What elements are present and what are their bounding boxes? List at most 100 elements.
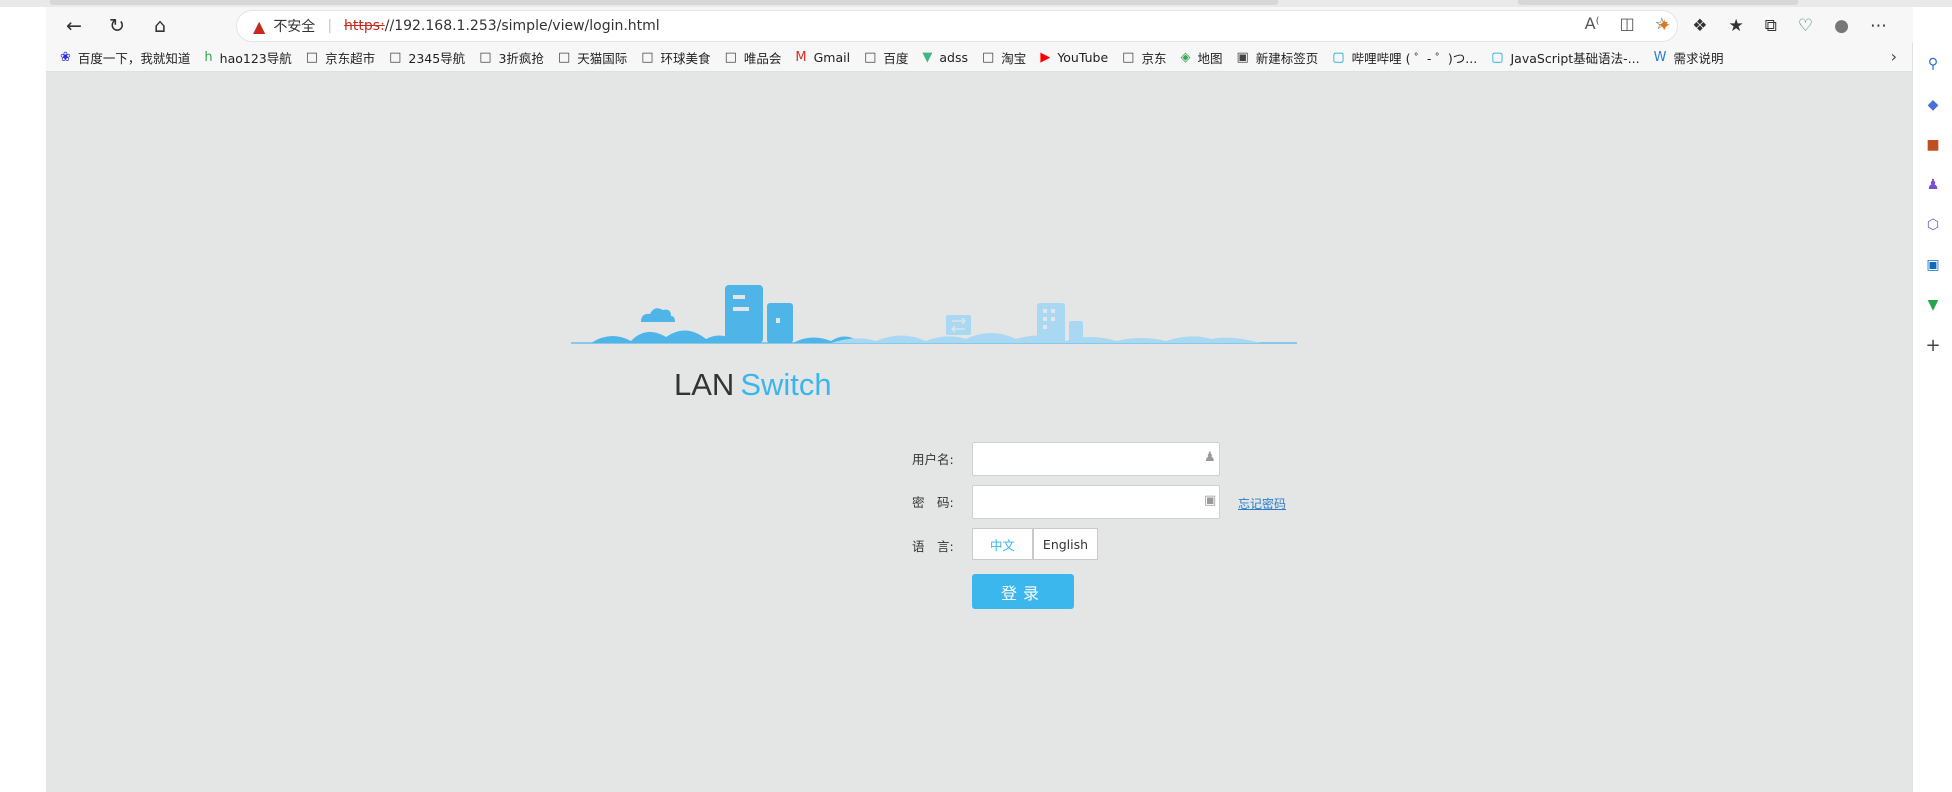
left-gutter	[0, 43, 46, 792]
forgot-password-link[interactable]: 忘记密码	[1238, 495, 1286, 512]
page-icon: □	[1122, 49, 1135, 65]
language-english-button[interactable]: English	[1033, 528, 1098, 560]
security-label[interactable]: 不安全	[273, 16, 315, 36]
bookmarks-bar: ❀ 百度一下，我就知道 h hao123导航 □ 京东超市 □ 2345导航 □ 3折疯抢 □ 天猫国…	[46, 43, 1913, 72]
gmail-icon: M	[795, 49, 807, 65]
page-content	[46, 72, 1912, 792]
password-label: 密 码:	[912, 495, 954, 510]
bookmark-item[interactable]: ▢ 哔哩哔哩 ( ゜- ゜)つ...	[1332, 48, 1477, 67]
bookmark-label: 哔哩哔哩 ( ゜- ゜)つ...	[1351, 50, 1478, 66]
brand-lan-text: LAN	[674, 367, 735, 402]
brand-logo: LAN Switch	[674, 367, 832, 403]
bookmark-label: 百度一下，我就知道	[77, 50, 191, 66]
bilibili-icon: ▢	[1491, 49, 1504, 65]
outlook-icon[interactable]: ▣	[1924, 256, 1942, 274]
bookmark-item[interactable]: ▢ JavaScript基础语法-...	[1491, 48, 1639, 67]
page-icon: □	[724, 49, 737, 65]
bookmark-label: hao123导航	[219, 50, 292, 66]
bookmark-item[interactable]: □ 2345导航	[389, 48, 465, 67]
page-icon: □	[557, 49, 571, 65]
tab-fragment[interactable]	[1518, 0, 1798, 5]
bookmark-label: 唯品会	[743, 50, 782, 66]
extensions-icon[interactable]: ❖	[1692, 16, 1707, 36]
bookmark-item[interactable]: □ 环球美食	[641, 48, 710, 67]
back-icon[interactable]: ←	[60, 12, 88, 40]
youtube-icon: ▶	[1040, 49, 1051, 65]
bookmark-label: 2345导航	[408, 50, 466, 66]
games-icon[interactable]: ♟	[1924, 176, 1942, 194]
more-menu-icon[interactable]: ⋯	[1870, 16, 1887, 36]
page-icon: □	[389, 49, 402, 65]
newtab-icon: ▣	[1236, 49, 1249, 65]
bookmarks-more-icon[interactable]: ›	[1891, 47, 1897, 66]
language-label: 语 言:	[912, 539, 954, 554]
metamask-icon[interactable]: ✦	[1657, 16, 1671, 36]
bookmark-item[interactable]: ▣ 新建标签页	[1236, 48, 1318, 67]
language-chinese-button[interactable]: 中文	[972, 528, 1033, 560]
bookmark-item[interactable]: h hao123导航	[204, 48, 291, 67]
page-icon: □	[305, 49, 319, 65]
drop-icon[interactable]: ▼	[1924, 296, 1942, 314]
warning-icon[interactable]: ▲	[253, 17, 265, 36]
username-label: 用户名:	[912, 452, 954, 467]
bookmark-item[interactable]: ❀ 百度一下，我就知道	[60, 48, 190, 67]
bookmark-label: YouTube	[1057, 49, 1109, 65]
bookmark-item[interactable]: W 需求说明	[1654, 48, 1724, 67]
address-bar[interactable]: ▲ 不安全 | https://192.168.1.253/simple/vie…	[236, 10, 1678, 42]
tools-briefcase-icon[interactable]: ■	[1924, 136, 1942, 154]
add-icon[interactable]: +	[1924, 335, 1942, 356]
bookmark-label: 需求说明	[1673, 50, 1724, 66]
office-icon[interactable]: ⬡	[1924, 216, 1942, 234]
bookmark-item[interactable]: ▼ adss	[922, 50, 968, 65]
bookmark-item[interactable]: □ 3折疯抢	[479, 48, 544, 67]
search-icon[interactable]: ⚲	[1924, 55, 1942, 73]
page-icon: □	[982, 49, 995, 65]
bookmark-label: JavaScript基础语法-...	[1510, 50, 1640, 66]
tab-fragment[interactable]	[50, 0, 1278, 5]
collections-icon[interactable]: ⧉	[1765, 16, 1777, 36]
page-icon: □	[479, 49, 492, 65]
bookmark-label: 环球美食	[660, 50, 711, 66]
page-icon: □	[641, 49, 654, 65]
bookmark-label: 京东	[1141, 50, 1167, 66]
refresh-icon[interactable]: ↻	[103, 12, 131, 40]
vue-icon: ▼	[922, 49, 933, 65]
favorites-icon[interactable]: ★	[1729, 16, 1744, 36]
user-icon: ♟	[1204, 450, 1216, 465]
bookmark-item[interactable]: M Gmail	[795, 50, 850, 65]
bookmark-item[interactable]: □ 京东超市	[306, 48, 375, 67]
performance-icon[interactable]: ♡	[1798, 16, 1813, 36]
bookmark-label: Gmail	[813, 49, 851, 65]
password-input[interactable]	[972, 485, 1220, 519]
bookmark-item[interactable]: □ 京东	[1122, 48, 1166, 67]
split-screen-icon[interactable]: ◫	[1620, 14, 1635, 33]
bookmark-label: 天猫国际	[577, 50, 628, 66]
bookmark-item[interactable]: □ 淘宝	[982, 48, 1026, 67]
home-icon[interactable]: ⌂	[146, 12, 174, 40]
profile-avatar-icon[interactable]: ●	[1834, 16, 1849, 36]
brand-switch-text: Switch	[740, 367, 832, 402]
bookmark-label: adss	[939, 49, 968, 65]
page-icon: □	[864, 49, 877, 65]
username-input[interactable]	[972, 442, 1220, 476]
sidebar-rail: ⚲ ◆ ■ ♟ ⬡ ▣ ▼ +	[1912, 43, 1952, 792]
hao-icon: h	[204, 49, 213, 65]
bookmark-item[interactable]: ◈ 地图	[1180, 48, 1222, 67]
bookmark-label: 百度	[883, 50, 909, 66]
paw-icon: ❀	[60, 49, 71, 65]
bookmark-item[interactable]: ▶ YouTube	[1040, 50, 1108, 65]
bookmark-label: 3折疯抢	[498, 50, 544, 66]
bookmark-item[interactable]: □ 百度	[864, 48, 908, 67]
word-icon: W	[1653, 49, 1667, 65]
map-icon: ◈	[1180, 49, 1191, 65]
bilibili-icon: ▢	[1332, 49, 1345, 65]
shopping-tag-icon[interactable]: ◆	[1924, 96, 1942, 114]
bookmark-label: 地图	[1197, 50, 1223, 66]
read-aloud-icon[interactable]: A⁽	[1585, 14, 1600, 33]
login-button[interactable]: 登录	[972, 574, 1074, 609]
browser-toolbar: ← ↻ ⌂ ▲ 不安全 | https://192.168.1.253/simp…	[46, 7, 1913, 43]
bookmark-item[interactable]: □ 天猫国际	[558, 48, 627, 67]
bookmark-item[interactable]: □ 唯品会	[725, 48, 782, 67]
bookmark-label: 京东超市	[325, 50, 376, 66]
url-scheme: https:	[344, 18, 385, 34]
